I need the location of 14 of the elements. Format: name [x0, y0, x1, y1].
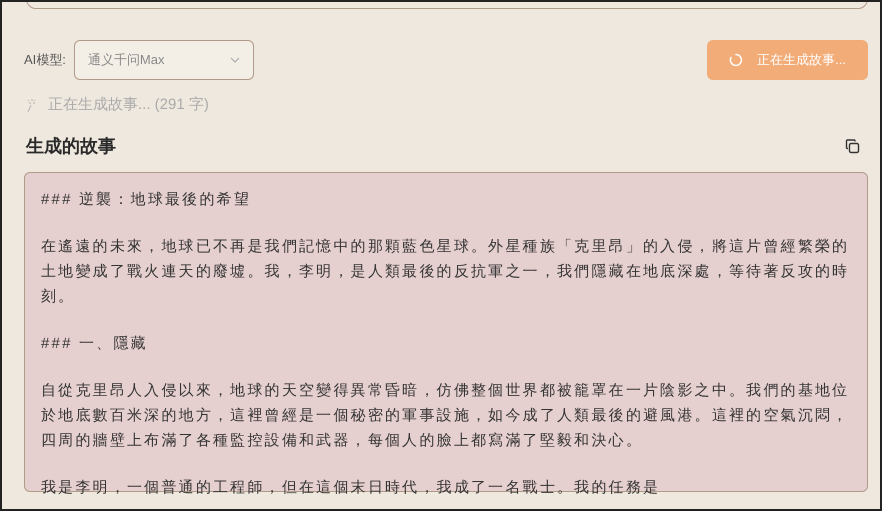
spinner-icon [729, 53, 744, 67]
generate-button[interactable]: 正在生成故事... [707, 40, 868, 80]
magic-wand-icon [26, 97, 38, 114]
story-heading: 生成的故事 [26, 134, 116, 158]
story-paragraph: 自從克里昂人入侵以來，地球的天空變得異常昏暗，仿佛整個世界都被籠罩在一片陰影之中。我們的基地位於地底數百米深的地方，這裡曾經是一個秘密的軍事設施，如今成了人類最後的避風港。這裡的空氣沉悶，四周的牆壁上布滿了各種監控設備和武器，每個人的臉上都寫滿了堅毅和決心。 [41, 380, 850, 450]
chevron-down-icon [230, 57, 240, 63]
model-select[interactable]: 通义千问Max [74, 40, 254, 80]
story-paragraph: ### 逆襲：地球最後的希望 [41, 190, 252, 210]
copy-icon[interactable] [845, 138, 860, 154]
story-paragraph: ### 一、隱藏 [41, 334, 149, 354]
story-paragraph: 在遙遠的未來，地球已不再是我們記憶中的那顆藍色星球。外星種族「克里昂」的入侵，將這片曾經繁榮的土地變成了戰火連天的廢墟。我，李明，是人類最後的反抗軍之一，我們隱藏在地底深處，等待著反攻的時刻。 [41, 236, 850, 306]
story-paragraph: 我是李明，一個普通的工程師，但在這個末日時代，我成了一名戰士。我的任務是 [41, 478, 662, 498]
model-label: AI模型: [24, 51, 66, 70]
status-text: 正在生成故事... (291 字) [48, 95, 209, 115]
